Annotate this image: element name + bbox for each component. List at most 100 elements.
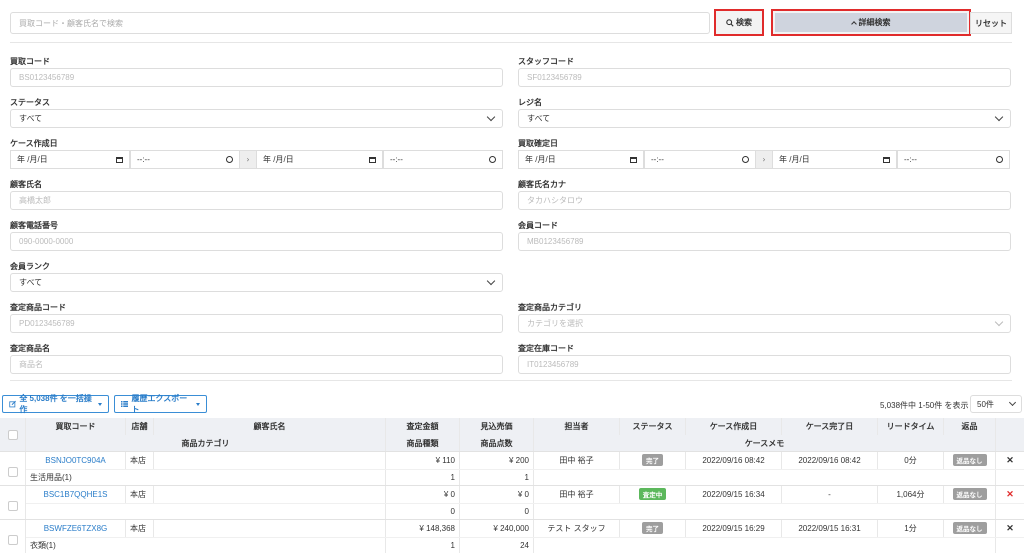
purchase-code-link[interactable]: BSNJO0TC904A bbox=[45, 456, 105, 465]
header-return[interactable]: 返品 bbox=[944, 418, 996, 435]
chevron-right-icon: › bbox=[240, 150, 256, 169]
close-icon[interactable]: ✕ bbox=[1006, 523, 1014, 534]
row-divider bbox=[0, 485, 1024, 486]
amount-cell: ¥ 148,368 bbox=[386, 519, 460, 537]
case-created-to-time[interactable]: --:-- bbox=[383, 150, 503, 169]
purchase-confirmed-from-time[interactable]: --:-- bbox=[644, 150, 756, 169]
close-icon[interactable]: ✕ bbox=[1006, 489, 1014, 500]
per-page-select[interactable]: 50件 bbox=[970, 395, 1022, 413]
case-created-field: ケース作成日 年 /月/日 --:-- › 年 /月/日 --:-- bbox=[10, 138, 503, 169]
row-divider bbox=[26, 503, 1024, 504]
bulk-action-button[interactable]: 全 5,038件 を一括操作 bbox=[2, 394, 109, 414]
purchase-confirmed-to-date[interactable]: 年 /月/日 bbox=[772, 150, 897, 169]
member-code-field: 会員コード MB0123456789 bbox=[518, 220, 1011, 251]
customer-name-cell bbox=[154, 519, 386, 537]
clock-icon bbox=[742, 156, 749, 163]
points-cell: 1 bbox=[460, 469, 534, 485]
chevron-down-icon bbox=[486, 276, 496, 286]
item-name-field: 査定商品名 商品名 bbox=[10, 343, 503, 374]
customer-name-cell bbox=[154, 451, 386, 469]
category-cell: 生活用品(1) bbox=[26, 469, 386, 485]
item-code-input[interactable]: PD0123456789 bbox=[10, 314, 503, 333]
customer-kana-input[interactable]: タカハシタロウ bbox=[518, 191, 1011, 210]
purchase-confirmed-from-date[interactable]: 年 /月/日 bbox=[518, 150, 644, 169]
case-created-to-date[interactable]: 年 /月/日 bbox=[256, 150, 383, 169]
calendar-icon bbox=[369, 156, 376, 163]
member-code-input[interactable]: MB0123456789 bbox=[518, 232, 1011, 251]
staff-code-input[interactable]: SF0123456789 bbox=[518, 68, 1011, 87]
table-row: BSC1B7QQHE1S 本店 ¥ 0 ¥ 0 田中 裕子 査定中 2022/09/15 1… bbox=[0, 485, 1024, 503]
stock-code-input[interactable]: IT0123456789 bbox=[518, 355, 1011, 374]
case-created-from-date[interactable]: 年 /月/日 bbox=[10, 150, 130, 169]
price-cell: ¥ 240,000 bbox=[460, 519, 534, 537]
category-cell: 衣類(1) bbox=[26, 537, 386, 553]
header-price[interactable]: 見込売価 bbox=[460, 418, 534, 435]
detail-search-button[interactable]: 詳細検索 bbox=[771, 9, 971, 36]
reset-button[interactable]: リセット bbox=[970, 12, 1012, 34]
export-history-button[interactable]: 履歴エクスポート bbox=[114, 394, 207, 414]
status-field: ステータス すべて bbox=[10, 97, 503, 128]
header-status[interactable]: ステータス bbox=[620, 418, 686, 435]
item-name-input[interactable]: 商品名 bbox=[10, 355, 503, 374]
header-purchase-code[interactable]: 買取コード bbox=[26, 418, 126, 435]
calendar-icon bbox=[883, 156, 890, 163]
table-row-detail: 生活用品(1) 1 1 bbox=[0, 459, 1024, 485]
close-icon[interactable]: ✕ bbox=[1006, 455, 1014, 466]
status-select[interactable]: すべて bbox=[10, 109, 503, 128]
purchase-code-link[interactable]: BSWFZE6TZX8G bbox=[44, 524, 108, 533]
lead-time-cell: 1,064分 bbox=[878, 485, 944, 503]
chevron-down-icon bbox=[1008, 398, 1017, 407]
row-checkbox[interactable] bbox=[7, 467, 18, 477]
purchase-code-field: 買取コード BS0123456789 bbox=[10, 56, 503, 87]
case-created-from-time[interactable]: --:-- bbox=[130, 150, 240, 169]
row-checkbox[interactable] bbox=[7, 501, 18, 511]
table-row: BSNJO0TC904A 本店 ¥ 110 ¥ 200 田中 裕子 完了 2022/09/1… bbox=[0, 451, 1024, 469]
calendar-icon bbox=[116, 156, 123, 163]
customer-name-input[interactable]: 高橋太郎 bbox=[10, 191, 503, 210]
table-row-detail: 衣類(1) 1 24 bbox=[0, 527, 1024, 553]
row-divider bbox=[26, 469, 1024, 470]
row-checkbox[interactable] bbox=[7, 535, 18, 545]
amount-cell: ¥ 0 bbox=[386, 485, 460, 503]
table-header: 商品カテゴリ 商品種類 商品点数 ケースメモ bbox=[0, 418, 1024, 451]
member-rank-select[interactable]: すべて bbox=[10, 273, 503, 292]
header-lead-time[interactable]: リードタイム bbox=[878, 418, 944, 435]
purchase-confirmed-to-time[interactable]: --:-- bbox=[897, 150, 1010, 169]
price-cell: ¥ 200 bbox=[460, 451, 534, 469]
purchase-code-input[interactable]: BS0123456789 bbox=[10, 68, 503, 87]
register-select[interactable]: すべて bbox=[518, 109, 1011, 128]
staff-cell: 田中 裕子 bbox=[534, 451, 620, 469]
purchase-code-link[interactable]: BSC1B7QQHE1S bbox=[43, 490, 107, 499]
table-row-detail: 00 bbox=[0, 493, 1024, 519]
header-store[interactable]: 店舗 bbox=[126, 418, 154, 435]
category-cell bbox=[26, 503, 386, 519]
header-created[interactable]: ケース作成日 bbox=[686, 418, 782, 435]
result-count: 5,038件中 1-50件 を表示 bbox=[880, 401, 969, 410]
item-category-select[interactable]: カテゴリを選択 bbox=[518, 314, 1011, 333]
item-category-field: 査定商品カテゴリ カテゴリを選択 bbox=[518, 302, 1011, 333]
return-badge: 返品なし bbox=[952, 522, 987, 534]
customer-phone-input[interactable]: 090-0000-0000 bbox=[10, 232, 503, 251]
header-customer-name[interactable]: 顧客氏名 bbox=[154, 418, 386, 435]
header-memo: ケースメモ bbox=[534, 435, 996, 451]
header-staff[interactable]: 担当者 bbox=[534, 418, 620, 435]
chevron-down-icon bbox=[486, 112, 496, 122]
member-rank-field: 会員ランク すべて bbox=[10, 261, 503, 292]
kinds-cell: 0 bbox=[386, 503, 460, 519]
memo-cell bbox=[534, 537, 996, 553]
status-badge: 完了 bbox=[642, 454, 663, 466]
points-cell: 0 bbox=[460, 503, 534, 519]
header-amount[interactable]: 査定金額 bbox=[386, 418, 460, 435]
header-completed[interactable]: ケース完了日 bbox=[782, 418, 878, 435]
search-input[interactable] bbox=[10, 12, 710, 34]
search-button[interactable]: 検索 bbox=[714, 9, 764, 36]
created-cell: 2022/09/15 16:34 bbox=[686, 485, 782, 503]
customer-phone-field: 顧客電話番号 090-0000-0000 bbox=[10, 220, 503, 251]
edit-icon bbox=[9, 400, 16, 408]
caret-down-icon bbox=[98, 402, 102, 406]
item-code-field: 査定商品コード PD0123456789 bbox=[10, 302, 503, 333]
header-kinds: 商品種類 bbox=[386, 435, 460, 451]
created-cell: 2022/09/16 08:42 bbox=[686, 451, 782, 469]
select-all-checkbox[interactable] bbox=[7, 429, 18, 440]
clock-icon bbox=[226, 156, 233, 163]
